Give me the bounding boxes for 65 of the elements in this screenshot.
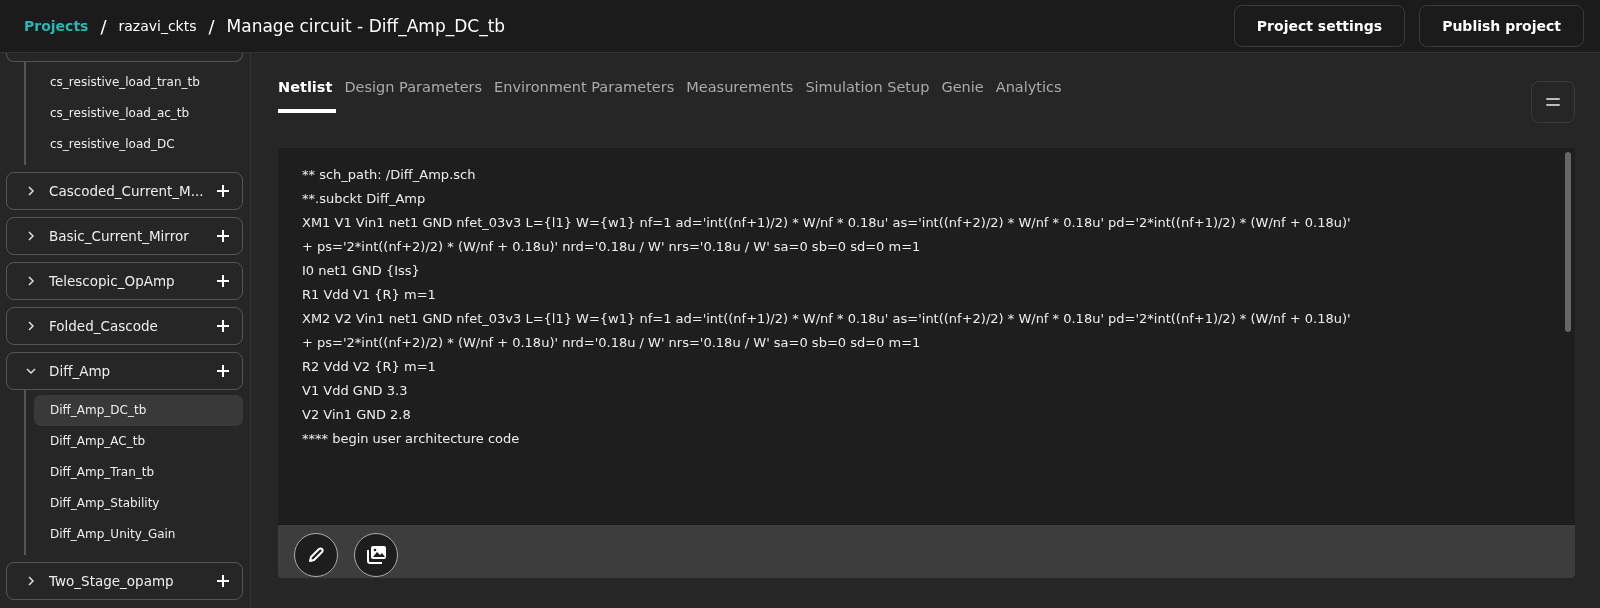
chevron-down-icon[interactable]: [25, 365, 37, 377]
chevron-right-icon[interactable]: [25, 575, 37, 587]
folder-name: Basic_Current_Mirror: [49, 228, 190, 244]
folder-name: Cascoded_Current_M...: [49, 183, 204, 199]
gallery-button[interactable]: [354, 533, 398, 577]
folder-header[interactable]: Telescopic_OpAmp: [6, 262, 243, 300]
circuit-item[interactable]: cs_resistive_load_DC: [34, 129, 243, 160]
folder-name: Folded_Cascode: [49, 318, 159, 334]
breadcrumb-link[interactable]: razavi_ckts: [118, 18, 197, 34]
folder-header[interactable]: Two_Stage_opamp: [6, 562, 243, 600]
code-line: XM1 V1 Vin1 net1 GND nfet_03v3 L={l1} W={w1} nf=1 ad='int((nf+1)/2) * W/nf * 0.18u' as='int((nf+2)/2) * W/nf * 0.18u' pd='2*int((nf+1)/2) * (W/nf + 0.18u)': [302, 214, 1352, 232]
breadcrumb-separator: /: [100, 15, 107, 37]
circuit-item[interactable]: Diff_Amp_Tran_tb: [34, 457, 243, 488]
add-icon[interactable]: [215, 274, 230, 288]
add-icon[interactable]: [215, 574, 230, 588]
circuit-item[interactable]: Diff_Amp_DC_tb: [34, 395, 243, 426]
header-button[interactable]: Project settings: [1233, 5, 1406, 47]
code-line: R1 Vdd V1 {R} m=1: [302, 286, 437, 304]
folder-name: Diff_Amp: [49, 363, 112, 379]
folder-header[interactable]: Basic_Current_Mirror: [6, 217, 243, 255]
pencil-icon: [307, 546, 325, 564]
add-icon[interactable]: [215, 319, 230, 333]
folder-header[interactable]: Folded_Cascode: [6, 307, 243, 345]
code-line: ** sch_path: /Diff_Amp.sch: [302, 166, 477, 184]
add-icon[interactable]: [215, 364, 230, 378]
folder-name: Two_Stage_opamp: [49, 573, 175, 589]
code-line: I0 net1 GND {Iss}: [302, 262, 421, 280]
tab[interactable]: Measurements: [682, 79, 798, 113]
scrollbar[interactable]: [1565, 152, 1571, 332]
code-line: + ps='2*int((nf+2)/2) * (W/nf + 0.18u)' nrd='0.18u / W' nrs='0.18u / W' sa=0 sb=0 sd=0 m=1: [302, 334, 922, 352]
code-line: V1 Vdd GND 3.3: [302, 382, 409, 400]
breadcrumb-separator: /: [208, 15, 215, 37]
tab[interactable]: Design Parameters: [340, 79, 487, 113]
chevron-right-icon[interactable]: [25, 185, 37, 197]
folder-name: Telescopic_OpAmp: [49, 273, 176, 289]
circuit-item[interactable]: cs_resistive_load_ac_tb: [34, 98, 243, 129]
tab[interactable]: Netlist: [278, 79, 337, 113]
folder-header[interactable]: Diff_Amp: [6, 352, 243, 390]
images-icon: [365, 545, 387, 565]
tab[interactable]: Genie: [937, 79, 988, 113]
tab[interactable]: Analytics: [991, 79, 1066, 113]
code-line: **.subckt Diff_Amp: [302, 190, 427, 208]
header-button[interactable]: Publish project: [1419, 5, 1584, 47]
menu-icon: [1546, 97, 1560, 107]
code-line: R2 Vdd V2 {R} m=1: [302, 358, 437, 376]
code-line: XM2 V2 Vin1 net1 GND nfet_03v3 L={l1} W={w1} nf=1 ad='int((nf+1)/2) * W/nf * 0.18u' as='int((nf+2)/2) * W/nf * 0.18u' pd='2*int((nf+1)/2) * (W/nf + 0.18u)': [302, 310, 1352, 328]
circuit-item[interactable]: Diff_Amp_Unity_Gain: [34, 519, 243, 550]
code-line: V2 Vin1 GND 2.8: [302, 406, 412, 424]
breadcrumb-link[interactable]: Projects: [24, 18, 89, 34]
chevron-right-icon[interactable]: [25, 320, 37, 332]
circuit-item[interactable]: Diff_Amp_Stability: [34, 488, 243, 519]
chevron-right-icon[interactable]: [25, 275, 37, 287]
page-title: Manage circuit - Diff_Amp_DC_tb: [226, 16, 506, 36]
folder-header[interactable]: Cascoded_Current_M...: [6, 172, 243, 210]
tab[interactable]: Environment Parameters: [490, 79, 679, 113]
code-line: **** begin user architecture code: [302, 430, 521, 448]
tab[interactable]: Simulation Setup: [801, 79, 934, 113]
add-icon[interactable]: [215, 184, 230, 198]
edit-button[interactable]: [294, 533, 338, 577]
add-icon[interactable]: [215, 229, 230, 243]
circuit-item[interactable]: Diff_Amp_AC_tb: [34, 426, 243, 457]
chevron-right-icon[interactable]: [25, 230, 37, 242]
menu-button[interactable]: [1531, 81, 1575, 123]
circuit-item[interactable]: cs_resistive_load_tran_tb: [34, 67, 243, 98]
code-line: + ps='2*int((nf+2)/2) * (W/nf + 0.18u)' nrd='0.18u / W' nrs='0.18u / W' sa=0 sb=0 sd=0 m=1: [302, 238, 922, 256]
